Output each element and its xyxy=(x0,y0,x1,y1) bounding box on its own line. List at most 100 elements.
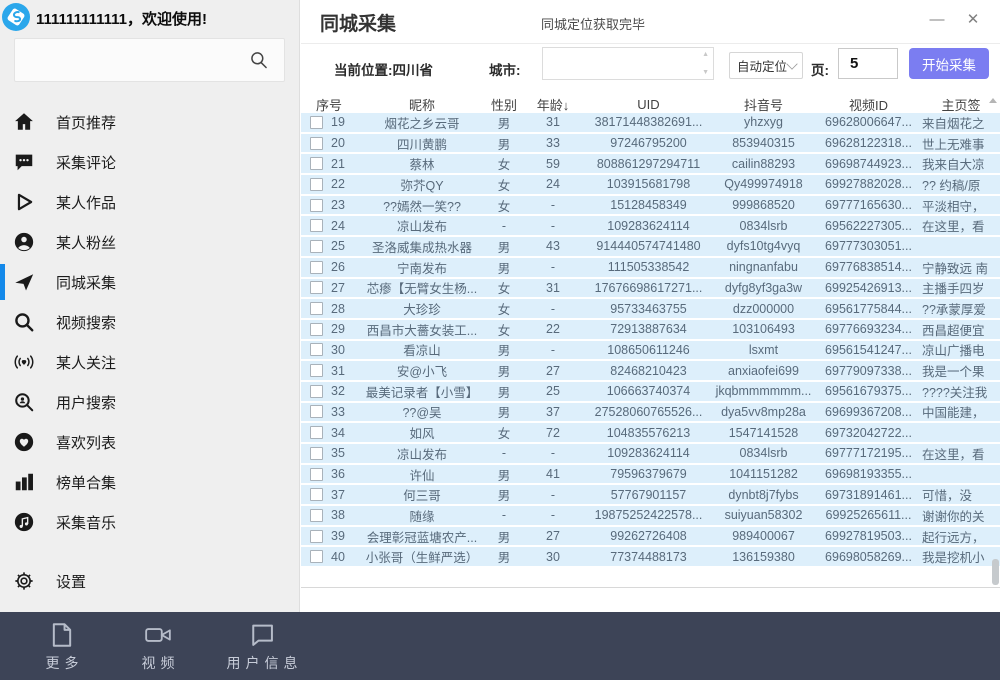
row-checkbox[interactable] xyxy=(310,219,323,232)
row-checkbox[interactable] xyxy=(310,468,323,481)
page-input-box[interactable]: 5 xyxy=(838,48,898,79)
bottom-toolbar: 更多视频用户信息 xyxy=(0,612,1000,680)
cell-nickname: 弥芥QY xyxy=(357,175,487,194)
row-checkbox[interactable] xyxy=(310,530,323,543)
sidebar-settings-slot: 设置 xyxy=(0,561,299,601)
row-checkbox[interactable] xyxy=(310,137,323,150)
table-row[interactable]: 24凉山发布--1092836241140834lsrb69562227305.… xyxy=(301,216,1000,237)
sidebar-item-home-recommend[interactable]: 首页推荐 xyxy=(0,102,299,142)
table-row[interactable]: 28大珍珍女-95733463755dzz00000069561775844..… xyxy=(301,299,1000,320)
cell-douyin-id: 1547141528 xyxy=(712,426,815,440)
table-row[interactable]: 32最美记录者【小雪】男25106663740374jkqbmmmmmm...6… xyxy=(301,382,1000,403)
row-checkbox[interactable] xyxy=(310,385,323,398)
row-checkbox[interactable] xyxy=(310,199,323,212)
cell-video-id: 69927882028... xyxy=(815,177,922,191)
cell-uid: 77374488173 xyxy=(585,550,712,564)
cell-age: 41 xyxy=(521,467,585,481)
row-checkbox[interactable] xyxy=(310,323,323,336)
search-input[interactable] xyxy=(23,45,247,75)
city-input-box[interactable]: ▲ ▼ xyxy=(542,47,714,80)
table-row[interactable]: 30看凉山男-108650611246lsxmt69561541247...凉山… xyxy=(301,341,1000,362)
row-checkbox[interactable] xyxy=(310,281,323,294)
sidebar-search-box[interactable] xyxy=(14,38,285,82)
row-checkbox[interactable] xyxy=(310,364,323,377)
sidebar-item-user-works[interactable]: 某人作品 xyxy=(0,182,299,222)
sidebar-item-collect-comments[interactable]: 采集评论 xyxy=(0,142,299,182)
table-row[interactable]: 19烟花之乡云哥男3138171448382691...yhzxyg696280… xyxy=(301,113,1000,134)
city-input[interactable] xyxy=(549,52,693,76)
table-row[interactable]: 23??嫣然一笑??女-1512845834999986852069777165… xyxy=(301,196,1000,217)
spinner-down-icon[interactable]: ▼ xyxy=(702,69,709,76)
table-row[interactable]: 37何三哥男-57767901157dynbt8j7fybs6973189146… xyxy=(301,485,1000,506)
cell-gender: 男 xyxy=(487,465,521,484)
row-checkbox[interactable] xyxy=(310,447,323,460)
table-row[interactable]: 27芯瘆【无臂女生杨...女3117676698617271...dyfg8yf… xyxy=(301,279,1000,300)
bottombar-item-user-info[interactable]: 用户信息 xyxy=(212,621,312,673)
start-collect-button[interactable]: 开始采集 xyxy=(909,48,989,79)
cell-uid: 19875252422578... xyxy=(585,508,712,522)
cell-nickname: 最美记录者【小雪】 xyxy=(357,382,487,401)
row-checkbox[interactable] xyxy=(310,509,323,522)
sidebar-item-city-collect[interactable]: 同城采集 xyxy=(0,262,299,302)
close-button[interactable]: ✕ xyxy=(960,7,986,31)
row-checkbox[interactable] xyxy=(310,426,323,439)
table-row[interactable]: 40小张哥（生鲜严选）男3077374488173136159380696980… xyxy=(301,547,1000,568)
cell-video-id: 69561679375... xyxy=(815,384,922,398)
row-checkbox[interactable] xyxy=(310,405,323,418)
table-row[interactable]: 26宁南发布男-111505338542ningnanfabu697768385… xyxy=(301,258,1000,279)
table-row[interactable]: 34如风女72104835576213154714152869732042722… xyxy=(301,423,1000,444)
sidebar-item-label: 采集评论 xyxy=(56,152,116,173)
table-row[interactable]: 35凉山发布--1092836241140834lsrb69777172195.… xyxy=(301,444,1000,465)
locate-mode-select[interactable]: 自动定位 xyxy=(729,52,803,79)
bottombar-item-more[interactable]: 更多 xyxy=(30,621,94,673)
table-row[interactable]: 36许仙男4179596379679104115128269698193355.… xyxy=(301,465,1000,486)
cell-douyin-id: 103106493 xyxy=(712,322,815,336)
cell-gender: 男 xyxy=(487,382,521,401)
row-checkbox[interactable] xyxy=(310,178,323,191)
cell-video-id: 69777303051... xyxy=(815,239,922,253)
column-header-3[interactable]: 年龄↓ xyxy=(521,95,585,114)
cell-seq: 29 xyxy=(301,322,357,336)
table-row[interactable]: 39会理彰冠蓝塘农产...男27992627264089894000676992… xyxy=(301,527,1000,548)
table-row[interactable]: 20四川黄鹏男339724679520085394031569628122318… xyxy=(301,134,1000,155)
cell-video-id: 69732042722... xyxy=(815,426,922,440)
seq-number: 19 xyxy=(331,115,345,129)
cell-seq: 24 xyxy=(301,219,357,233)
sidebar-item-label: 首页推荐 xyxy=(56,112,116,133)
row-checkbox[interactable] xyxy=(310,343,323,356)
cell-gender: 男 xyxy=(487,361,521,380)
row-checkbox[interactable] xyxy=(310,116,323,129)
table-row[interactable]: 29西昌市大薔女装工...女22729138876341031064936977… xyxy=(301,320,1000,341)
minimize-button[interactable]: — xyxy=(924,7,950,31)
row-checkbox[interactable] xyxy=(310,261,323,274)
table-row[interactable]: 22弥芥QY女24103915681798Qy49997491869927882… xyxy=(301,175,1000,196)
scrollbar-up-icon[interactable] xyxy=(989,98,997,103)
search-icon[interactable] xyxy=(249,50,269,70)
sidebar-item-rank-collection[interactable]: 榜单合集 xyxy=(0,462,299,502)
sidebar-item-collect-music[interactable]: 采集音乐 xyxy=(0,502,299,542)
bottombar-item-video[interactable]: 视频 xyxy=(126,621,190,673)
cell-age: 24 xyxy=(521,177,585,191)
cell-uid: 95733463755 xyxy=(585,302,712,316)
table-row[interactable]: 33??@吴男3727528060765526...dya5vv8mp28a69… xyxy=(301,403,1000,424)
spinner-up-icon[interactable]: ▲ xyxy=(702,51,709,58)
cell-douyin-id: anxiaofei699 xyxy=(712,364,815,378)
row-checkbox[interactable] xyxy=(310,550,323,563)
sidebar-item-settings[interactable]: 设置 xyxy=(0,561,299,601)
table-row[interactable]: 31安@小飞男2782468210423anxiaofei69969779097… xyxy=(301,361,1000,382)
sidebar-item-user-search[interactable]: 用户搜索 xyxy=(0,382,299,422)
cell-uid: 79596379679 xyxy=(585,467,712,481)
table-row[interactable]: 21蔡林女59808861297294711cailin882936969874… xyxy=(301,154,1000,175)
table-row[interactable]: 25圣洛威集成热水器男43914440574741480dyfs10tg4vyq… xyxy=(301,237,1000,258)
sidebar-item-like-list[interactable]: 喜欢列表 xyxy=(0,422,299,462)
row-checkbox[interactable] xyxy=(310,488,323,501)
sidebar-item-user-follows[interactable]: 某人关注 xyxy=(0,342,299,382)
cell-nickname: 凉山发布 xyxy=(357,216,487,235)
row-checkbox[interactable] xyxy=(310,240,323,253)
sidebar-item-user-fans[interactable]: 某人粉丝 xyxy=(0,222,299,262)
table-row[interactable]: 38随缘--19875252422578...suiyuan5830269925… xyxy=(301,506,1000,527)
sidebar-item-video-search[interactable]: 视频搜索 xyxy=(0,302,299,342)
scrollbar-thumb[interactable] xyxy=(992,559,999,585)
row-checkbox[interactable] xyxy=(310,302,323,315)
row-checkbox[interactable] xyxy=(310,157,323,170)
